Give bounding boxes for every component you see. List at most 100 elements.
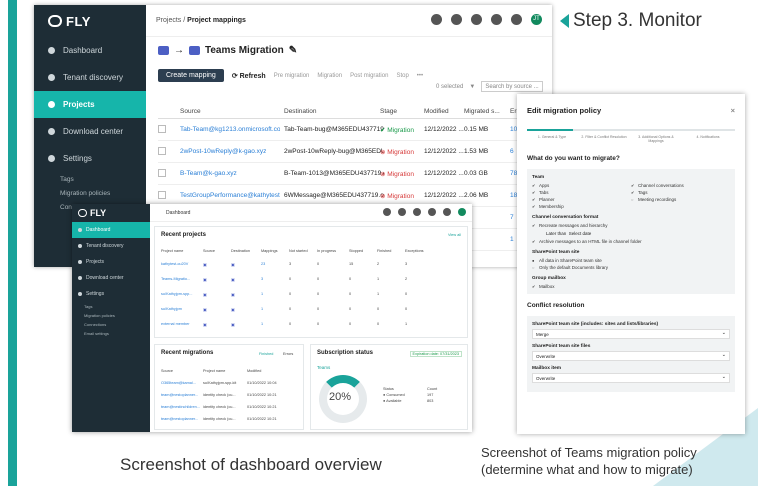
- mig-cell[interactable]: O365team@kamal...: [161, 381, 196, 385]
- proj-cell[interactable]: Teams-Migratio...: [161, 277, 190, 281]
- col-source[interactable]: Source: [180, 108, 201, 115]
- edit-icon[interactable]: ✎: [289, 45, 297, 56]
- help-icon[interactable]: [398, 208, 406, 216]
- date-input[interactable]: Select date: [569, 231, 592, 236]
- sidebar-item-download-center[interactable]: Download center: [34, 118, 146, 145]
- proj-cell[interactable]: kathytest-cu20V: [161, 262, 188, 266]
- mig-cell: su\Kathyjpm-spp-kit: [203, 381, 237, 385]
- cr3-select[interactable]: Overwrite: [532, 373, 730, 383]
- sidebar-item-tenant-discovery[interactable]: Tenant discovery: [72, 238, 150, 254]
- checkbox-membership[interactable]: Membership: [532, 203, 631, 210]
- table-row[interactable]: B-Team@k-gao.xyz B-Team-1013@M365EDU43771…: [158, 163, 552, 185]
- settings-icon[interactable]: [511, 14, 522, 25]
- sidebar-item-download-center[interactable]: Download center: [72, 270, 150, 286]
- proj-cell[interactable]: external member: [161, 322, 190, 326]
- proj-cell[interactable]: su\Kathyjpm-spp...: [161, 292, 192, 296]
- sidebar-item-projects[interactable]: Projects: [72, 254, 150, 270]
- tab-errors[interactable]: Errors: [283, 352, 293, 356]
- migration-button[interactable]: Migration: [317, 73, 342, 79]
- sidebar-item-migration-policies[interactable]: Migration policies: [34, 186, 146, 200]
- sync-icon[interactable]: [413, 208, 421, 216]
- cell-source[interactable]: Tab-Team@kg1213.onmicrosoft.com: [180, 126, 280, 133]
- sidebar-item-settings[interactable]: Settings: [72, 286, 150, 302]
- checkbox-planner[interactable]: Planner: [532, 196, 631, 203]
- tab-finished[interactable]: Finished: [259, 352, 273, 356]
- more-button[interactable]: •••: [417, 73, 423, 79]
- avatar[interactable]: [458, 208, 466, 216]
- search-input[interactable]: Search by source ...: [481, 81, 544, 92]
- checkbox-meeting-recordings[interactable]: Meeting recordings: [631, 196, 730, 203]
- sidebar-item-migration-policies[interactable]: Migration policies: [72, 311, 150, 320]
- col-migrated-size[interactable]: Migrated s...: [464, 108, 500, 115]
- filter-icon[interactable]: ▼: [469, 84, 475, 90]
- proj-col-header: Mappings: [261, 249, 278, 253]
- sidebar-item-settings[interactable]: Settings: [34, 145, 146, 172]
- step-3[interactable]: 3. Additional Options & Mappings: [631, 135, 681, 143]
- proj-cell[interactable]: su\Kathyjpm: [161, 307, 182, 311]
- refresh-button[interactable]: ⟳ Refresh: [232, 72, 266, 80]
- post-migration-button[interactable]: Post migration: [350, 73, 388, 79]
- cell-err[interactable]: 7: [510, 214, 514, 221]
- sidebar-item-tags[interactable]: Tags: [34, 172, 146, 186]
- cell-err[interactable]: 6: [510, 148, 514, 155]
- create-mapping-button[interactable]: Create mapping: [158, 69, 224, 82]
- proj-cell: 0: [405, 307, 408, 311]
- mig-cell[interactable]: team@nestoplanner...: [161, 393, 198, 397]
- bell-icon[interactable]: [431, 14, 442, 25]
- row-checkbox[interactable]: [158, 169, 166, 177]
- bell-icon[interactable]: [383, 208, 391, 216]
- cell-err[interactable]: 1: [510, 236, 514, 243]
- help-icon[interactable]: [451, 14, 462, 25]
- settings-icon[interactable]: [443, 208, 451, 216]
- sidebar-item-dashboard[interactable]: Dashboard: [72, 222, 150, 238]
- pre-migration-button[interactable]: Pre migration: [274, 73, 310, 79]
- checkbox-archive-messages[interactable]: Archive messages to an HTML file in chan…: [532, 238, 730, 245]
- smile-icon[interactable]: [428, 208, 436, 216]
- avatar[interactable]: JT: [531, 14, 542, 25]
- cr2-select[interactable]: Overwrite: [532, 351, 730, 361]
- table-row[interactable]: Tab-Team@kg1213.onmicrosoft.com Tab-Team-…: [158, 119, 552, 141]
- step-2[interactable]: 2. Filter & Conflict Resolution: [579, 135, 629, 139]
- tab-teams[interactable]: Teams: [317, 365, 330, 370]
- radio-all-data[interactable]: All data in SharePoint team site: [532, 257, 730, 264]
- radio-default-library[interactable]: Only the default Documents library: [532, 264, 730, 271]
- row-checkbox[interactable]: [158, 191, 166, 199]
- row-checkbox[interactable]: [158, 125, 166, 133]
- checkbox-tags[interactable]: Tags: [631, 189, 730, 196]
- sidebar-item-connections[interactable]: Connections: [72, 320, 150, 329]
- checkbox-recreate-messages[interactable]: Recreate messages and hierarchy: [532, 222, 730, 229]
- sidebar-item-tenant-discovery[interactable]: Tenant discovery: [34, 64, 146, 91]
- table-row[interactable]: 2wPost-10wReply@k-gao.xyz 2wPost-10wReply…: [158, 141, 552, 163]
- col-modified[interactable]: Modified: [424, 108, 449, 115]
- smile-icon[interactable]: [491, 14, 502, 25]
- sync-icon[interactable]: [471, 14, 482, 25]
- breadcrumb-projects[interactable]: Projects: [156, 17, 181, 24]
- sidebar-item-projects[interactable]: Projects: [34, 91, 146, 118]
- cr1-select[interactable]: Merge: [532, 329, 730, 339]
- step-4[interactable]: 4. Notifications: [683, 135, 733, 139]
- step-1[interactable]: 1. General & Type: [527, 135, 577, 139]
- proj-cell: 0: [317, 322, 320, 326]
- row-checkbox[interactable]: [158, 147, 166, 155]
- recent-migrations-card: Recent migrations Finished Errors Source…: [154, 344, 304, 430]
- sidebar-item-tags[interactable]: Tags: [72, 302, 150, 311]
- view-all-link[interactable]: View all: [448, 233, 461, 237]
- cell-source[interactable]: 2wPost-10wReply@k-gao.xyz: [180, 148, 266, 155]
- mig-cell: identity check (cu...: [203, 417, 236, 421]
- stop-button[interactable]: Stop: [396, 73, 408, 79]
- cell-source[interactable]: B-Team@k-gao.xyz: [180, 170, 237, 177]
- sidebar-item-email-settings[interactable]: Email settings: [72, 329, 150, 338]
- cell-source[interactable]: TestGroupPerformance@kathytest.o...: [180, 192, 280, 199]
- mig-cell[interactable]: team@nestinchildren...: [161, 405, 200, 409]
- checkbox-tabs[interactable]: Tabs: [532, 189, 631, 196]
- col-destination[interactable]: Destination: [284, 108, 317, 115]
- mig-cell[interactable]: team@nestoplanner...: [161, 417, 198, 421]
- close-icon[interactable]: ×: [731, 106, 735, 115]
- mig-col-header: Source: [161, 369, 174, 373]
- checkbox-channel-conversations[interactable]: Channel conversations: [631, 182, 730, 189]
- sidebar-item-dashboard[interactable]: Dashboard: [34, 37, 146, 64]
- checkbox-apps[interactable]: Apps: [532, 182, 631, 189]
- checkbox-mailbox[interactable]: Mailbox: [532, 283, 730, 290]
- page-title: → Teams Migration ✎: [158, 45, 297, 56]
- col-stage[interactable]: Stage: [380, 108, 397, 115]
